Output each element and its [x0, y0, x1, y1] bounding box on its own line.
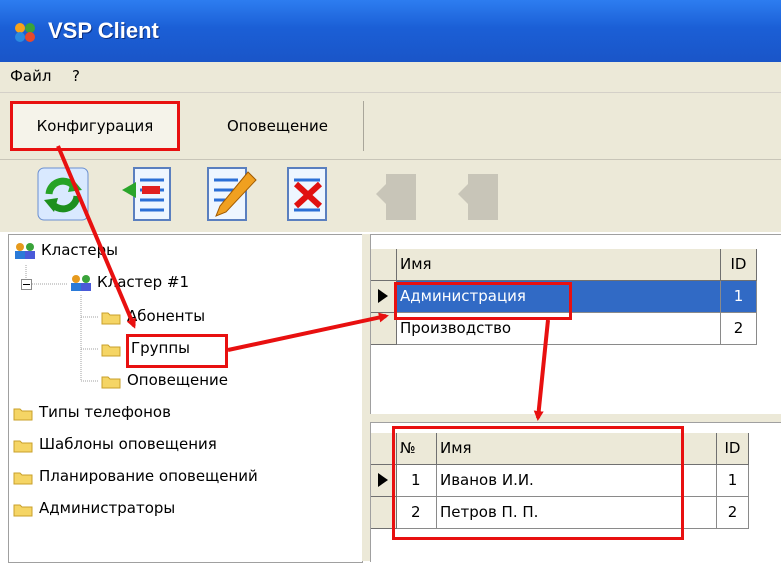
folder-icon: [13, 472, 33, 485]
menu-help[interactable]: ?: [72, 67, 80, 85]
tab-notification[interactable]: Оповещение: [192, 101, 364, 151]
current-row-arrow-icon: [378, 289, 388, 303]
tree-item-administrators[interactable]: Администраторы: [39, 499, 175, 517]
horizontal-splitter[interactable]: [370, 414, 781, 422]
menu-file[interactable]: Файл: [10, 67, 51, 85]
tree-item-phone-types[interactable]: Типы телефонов: [39, 403, 171, 421]
table-cell-id[interactable]: 2: [717, 497, 749, 529]
table-cell-id[interactable]: 1: [717, 465, 749, 497]
edit-icon[interactable]: [200, 164, 258, 224]
tree-item-notification-planning[interactable]: Планирование оповещений: [39, 467, 258, 485]
table-row-id[interactable]: 1: [721, 281, 757, 313]
table-row-id[interactable]: 2: [721, 313, 757, 345]
annotation-box-administration: [394, 282, 572, 320]
tree-item-subscribers[interactable]: Абоненты: [127, 307, 205, 325]
row-header-corner: [371, 249, 397, 281]
folder-icon: [101, 344, 121, 357]
refresh-icon[interactable]: [34, 164, 92, 224]
folder-icon: [13, 408, 33, 421]
tree-panel[interactable]: Кластеры Кластер #1 Абоненты Группы Опов…: [8, 234, 363, 563]
tree-item-notification[interactable]: Оповещение: [127, 371, 228, 389]
delete-icon[interactable]: [280, 164, 338, 224]
tab-configuration[interactable]: Конфигурация: [10, 101, 180, 151]
groups-grid[interactable]: Имя ID Администрация 1 Производство 2: [370, 234, 781, 415]
tab-bar: Конфигурация Оповещение: [0, 93, 781, 160]
menu-bar: Файл ?: [0, 62, 781, 93]
toolbar: [0, 160, 781, 232]
vertical-splitter[interactable]: [362, 234, 370, 561]
import-icon[interactable]: [118, 164, 176, 224]
app-icon: [15, 23, 35, 42]
annotation-box-members: [392, 426, 684, 540]
folder-icon: [101, 312, 121, 325]
folder-icon: [13, 504, 33, 517]
folder-icon: [13, 440, 33, 453]
move-down-icon[interactable]: [454, 164, 512, 224]
window-title: VSP Client: [48, 18, 159, 43]
folder-icon: [101, 376, 121, 389]
annotation-box-groups: [126, 334, 228, 368]
title-bar: VSP Client: [0, 0, 781, 62]
current-row-arrow-icon: [378, 473, 388, 487]
column-header-id[interactable]: ID: [717, 433, 749, 465]
tree-item-notification-templates[interactable]: Шаблоны оповещения: [39, 435, 217, 453]
column-header-id[interactable]: ID: [721, 249, 757, 281]
move-up-icon[interactable]: [372, 164, 430, 224]
column-header-name[interactable]: Имя: [397, 249, 721, 281]
